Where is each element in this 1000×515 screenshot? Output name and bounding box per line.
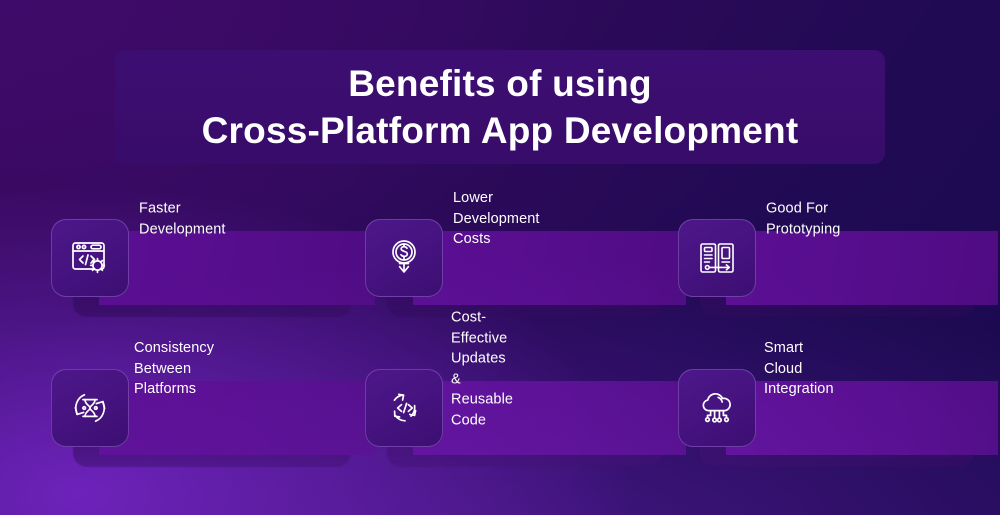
- code-window-gear-icon: [51, 219, 129, 297]
- benefit-label: Lower Development Costs: [453, 190, 540, 248]
- cloud-network-icon: [678, 369, 756, 447]
- infographic-canvas: Benefits of using Cross-Platform App Dev…: [0, 0, 1000, 515]
- card-bar: [99, 231, 375, 305]
- benefit-label: Faster Development: [139, 200, 226, 237]
- code-refresh-cycle-icon: [365, 369, 443, 447]
- card-bar: [726, 231, 998, 305]
- page-title-line-1: Benefits of using: [348, 62, 652, 104]
- title-banner: Benefits of using Cross-Platform App Dev…: [115, 50, 885, 164]
- benefit-label: Cost-Effective Updates & Reusable Code: [451, 309, 514, 429]
- benefit-label: Consistency Between Platforms: [134, 340, 215, 398]
- hourglass-sync-icon: [51, 369, 129, 447]
- benefit-label: Smart Cloud Integration: [764, 340, 834, 398]
- dollar-coin-down-arrow-icon: [365, 219, 443, 297]
- page-title-line-2: Cross-Platform App Development: [201, 110, 799, 151]
- wireframe-screens-arrow-icon: [678, 219, 756, 297]
- benefit-label: Good For Prototyping: [766, 200, 841, 237]
